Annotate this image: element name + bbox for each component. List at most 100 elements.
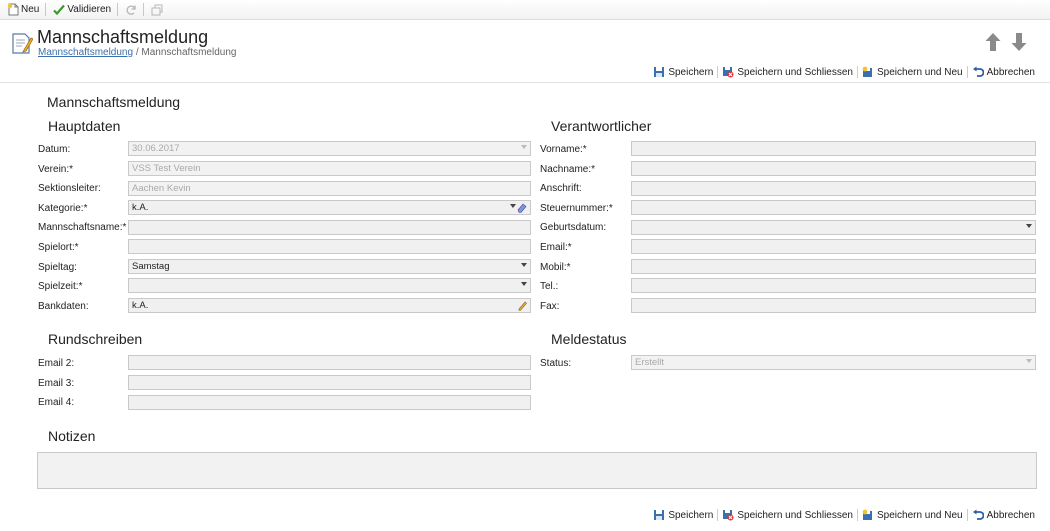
- save-new-button-label: Speichern und Neu: [877, 509, 963, 521]
- status-select[interactable]: Erstellt: [631, 355, 1036, 370]
- save-new-button[interactable]: Speichern und Neu: [862, 66, 963, 78]
- verein-label: Verein:*: [38, 164, 74, 175]
- cancel-button[interactable]: Abbrechen: [972, 509, 1035, 521]
- spieltag-select[interactable]: Samstag: [128, 259, 531, 274]
- tel-input[interactable]: [631, 278, 1036, 293]
- spielort-input[interactable]: [128, 239, 531, 254]
- steuernummer-input[interactable]: [631, 200, 1036, 215]
- nachname-label: Nachname:*: [540, 164, 596, 175]
- undo-icon: [972, 66, 984, 78]
- floppy-disk-icon: [653, 66, 665, 78]
- sektionsleiter-label: Sektionsleiter:: [38, 183, 101, 194]
- checkmark-icon: [52, 3, 65, 16]
- email3-input[interactable]: [128, 375, 531, 390]
- save-new-icon: [862, 66, 874, 78]
- action-separator: [717, 509, 719, 521]
- mannschaftsname-input[interactable]: [128, 220, 531, 235]
- action-separator: [717, 66, 719, 78]
- bankdaten-field[interactable]: k.A.: [128, 298, 531, 313]
- cancel-button-label: Abbrechen: [986, 66, 1035, 78]
- record-navigation: [984, 32, 1028, 52]
- save-button[interactable]: Speichern: [653, 509, 713, 521]
- mannschaftsname-label: Mannschaftsname:*: [38, 222, 127, 233]
- save-close-button[interactable]: Speichern und Schliessen: [722, 66, 853, 78]
- section-heading-rundschreiben: Rundschreiben: [48, 331, 143, 347]
- section-heading-verantwortlicher: Verantwortlicher: [551, 118, 652, 134]
- datum-field[interactable]: 30.06.2017: [128, 141, 531, 156]
- bankdaten-value: k.A.: [132, 300, 149, 311]
- notizen-textarea[interactable]: [37, 452, 1037, 489]
- open-window-button[interactable]: [147, 1, 166, 19]
- save-button-label: Speichern: [668, 66, 714, 78]
- validate-button[interactable]: Validieren: [49, 1, 114, 19]
- kategorie-value: k.A.: [132, 202, 149, 213]
- kategorie-select[interactable]: k.A.: [128, 200, 531, 215]
- breadcrumb: Mannschaftsmeldung / Mannschaftsmeldung: [38, 47, 236, 58]
- dropdown-arrow-icon: [1026, 359, 1032, 363]
- save-close-icon: [722, 66, 734, 78]
- new-button[interactable]: Neu: [3, 1, 42, 19]
- header-divider: [0, 82, 1050, 83]
- toolbar-separator: [143, 3, 145, 16]
- email2-label: Email 2:: [38, 358, 75, 369]
- spielzeit-select[interactable]: [128, 278, 531, 293]
- vorname-label: Vorname:*: [540, 144, 587, 155]
- tel-label: Tel.:: [540, 281, 559, 292]
- section-heading-hauptdaten: Hauptdaten: [48, 118, 121, 134]
- fax-label: Fax:: [540, 301, 560, 312]
- action-separator: [966, 509, 968, 521]
- email-input[interactable]: [631, 239, 1036, 254]
- sektionsleiter-value: Aachen Kevin: [132, 183, 191, 194]
- edit-form-icon: [11, 31, 34, 55]
- arrow-down-icon[interactable]: [1010, 32, 1028, 52]
- save-button-label: Speichern: [668, 509, 714, 521]
- fax-input[interactable]: [631, 298, 1036, 313]
- verein-field[interactable]: VSS Test Verein: [128, 161, 531, 176]
- toolbar-separator: [117, 3, 119, 16]
- cancel-button-label: Abbrechen: [986, 509, 1035, 521]
- action-separator: [857, 66, 858, 78]
- top-toolbar: Neu Validieren: [0, 0, 1050, 20]
- nachname-input[interactable]: [631, 161, 1036, 176]
- breadcrumb-current: Mannschaftsmeldung: [141, 47, 237, 58]
- save-new-icon: [862, 509, 874, 521]
- sektionsleiter-field[interactable]: Aachen Kevin: [128, 181, 531, 196]
- save-button[interactable]: Speichern: [653, 66, 713, 78]
- arrow-up-icon[interactable]: [984, 32, 1002, 52]
- new-button-label: Neu: [21, 4, 40, 15]
- email4-label: Email 4:: [38, 397, 75, 408]
- anschrift-input[interactable]: [631, 181, 1036, 196]
- dropdown-arrow-icon: [521, 282, 527, 286]
- cancel-button[interactable]: Abbrechen: [972, 66, 1035, 78]
- window-icon: [150, 3, 163, 16]
- action-bar-top: Speichern Speichern und Schliessen Speic…: [653, 66, 1035, 78]
- breadcrumb-link[interactable]: Mannschaftsmeldung: [38, 47, 133, 58]
- spielort-label: Spielort:*: [38, 242, 79, 253]
- save-close-button-label: Speichern und Schliessen: [737, 509, 853, 521]
- email2-input[interactable]: [128, 355, 531, 370]
- floppy-disk-icon: [653, 509, 665, 521]
- datum-label: Datum:: [38, 144, 71, 155]
- spieltag-value: Samstag: [132, 261, 170, 272]
- email3-label: Email 3:: [38, 378, 75, 389]
- save-close-button[interactable]: Speichern und Schliessen: [722, 509, 853, 521]
- eraser-icon[interactable]: [517, 202, 527, 213]
- toolbar-separator: [45, 3, 47, 16]
- bankdaten-label: Bankdaten:: [38, 301, 89, 312]
- refresh-icon: [124, 3, 137, 16]
- dropdown-arrow-icon: [521, 263, 527, 267]
- pencil-icon[interactable]: [517, 300, 527, 311]
- geburtsdatum-select[interactable]: [631, 220, 1036, 235]
- email4-input[interactable]: [128, 395, 531, 410]
- new-document-icon: [6, 3, 19, 16]
- save-new-button[interactable]: Speichern und Neu: [862, 509, 963, 521]
- page-title: Mannschaftsmeldung: [37, 27, 209, 47]
- vorname-input[interactable]: [631, 141, 1036, 156]
- save-close-button-label: Speichern und Schliessen: [737, 66, 853, 78]
- validate-button-label: Validieren: [67, 4, 112, 15]
- spielzeit-label: Spielzeit:*: [38, 281, 83, 292]
- mobil-input[interactable]: [631, 259, 1036, 274]
- refresh-button[interactable]: [121, 1, 140, 19]
- email-label: Email:*: [540, 242, 572, 253]
- dropdown-arrow-icon: [521, 145, 527, 149]
